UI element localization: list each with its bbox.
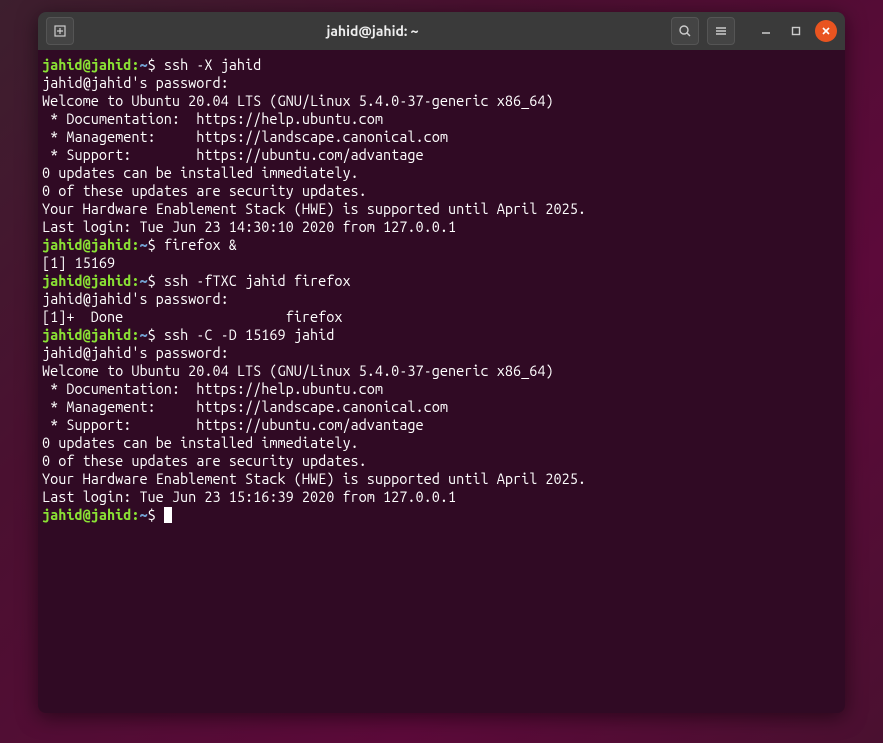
prompt-userhost: jahid@jahid (42, 236, 131, 253)
maximize-icon (791, 26, 801, 36)
output-line: Last login: Tue Jun 23 15:16:39 2020 fro… (42, 488, 841, 506)
prompt-path: ~ (139, 272, 147, 289)
cursor-block (164, 507, 172, 523)
output-line: * Management: https://landscape.canonica… (42, 128, 841, 146)
output-line: jahid@jahid's password: (42, 344, 841, 362)
output-line: * Management: https://landscape.canonica… (42, 398, 841, 416)
window-title: jahid@jahid: ~ (82, 23, 663, 39)
output-line: 0 updates can be installed immediately. (42, 164, 841, 182)
prompt-userhost: jahid@jahid (42, 272, 131, 289)
terminal-output-area[interactable]: jahid@jahid:~$ ssh -X jahidjahid@jahid's… (38, 50, 845, 713)
output-line: Your Hardware Enablement Stack (HWE) is … (42, 470, 841, 488)
prompt-line: jahid@jahid:~$ firefox & (42, 236, 841, 254)
output-line: * Documentation: https://help.ubuntu.com (42, 110, 841, 128)
maximize-button[interactable] (785, 20, 807, 42)
output-line: 0 of these updates are security updates. (42, 182, 841, 200)
command-text: firefox & (164, 236, 237, 253)
prompt-userhost: jahid@jahid (42, 56, 131, 73)
output-line: 0 updates can be installed immediately. (42, 434, 841, 452)
output-line: Last login: Tue Jun 23 14:30:10 2020 fro… (42, 218, 841, 236)
prompt-path: ~ (139, 506, 147, 523)
prompt-line: jahid@jahid:~$ ssh -X jahid (42, 56, 841, 74)
prompt-path: ~ (139, 56, 147, 73)
close-icon (821, 26, 831, 36)
command-text: ssh -fTXC jahid firefox (164, 272, 351, 289)
minimize-icon (761, 26, 771, 36)
output-line: Welcome to Ubuntu 20.04 LTS (GNU/Linux 5… (42, 362, 841, 380)
prompt-line: jahid@jahid:~$ ssh -fTXC jahid firefox (42, 272, 841, 290)
prompt-userhost: jahid@jahid (42, 326, 131, 343)
prompt-dollar: $ (148, 236, 156, 253)
hamburger-menu-button[interactable] (707, 17, 735, 45)
prompt-dollar: $ (148, 272, 156, 289)
command-text: ssh -C -D 15169 jahid (164, 326, 335, 343)
search-button[interactable] (671, 17, 699, 45)
new-tab-button[interactable] (46, 17, 74, 45)
hamburger-icon (714, 24, 728, 38)
output-line: * Support: https://ubuntu.com/advantage (42, 416, 841, 434)
output-line: 0 of these updates are security updates. (42, 452, 841, 470)
search-icon (678, 24, 692, 38)
titlebar: jahid@jahid: ~ (38, 12, 845, 50)
output-line: * Documentation: https://help.ubuntu.com (42, 380, 841, 398)
output-line: jahid@jahid's password: (42, 290, 841, 308)
close-button[interactable] (815, 20, 837, 42)
output-line: jahid@jahid's password: (42, 74, 841, 92)
prompt-path: ~ (139, 326, 147, 343)
command-text: ssh -X jahid (164, 56, 261, 73)
output-line: [1]+ Done firefox (42, 308, 841, 326)
minimize-button[interactable] (755, 20, 777, 42)
prompt-userhost: jahid@jahid (42, 506, 131, 523)
prompt-dollar: $ (148, 326, 156, 343)
output-line: Your Hardware Enablement Stack (HWE) is … (42, 200, 841, 218)
prompt-line: jahid@jahid:~$ ssh -C -D 15169 jahid (42, 326, 841, 344)
prompt-dollar: $ (148, 506, 156, 523)
prompt-dollar: $ (148, 56, 156, 73)
terminal-window: jahid@jahid: ~ jahid@jahid:~$ ssh -X jah… (38, 12, 845, 713)
prompt-path: ~ (139, 236, 147, 253)
output-line: [1] 15169 (42, 254, 841, 272)
prompt-line: jahid@jahid:~$ (42, 506, 841, 524)
new-tab-icon (53, 24, 67, 38)
output-line: * Support: https://ubuntu.com/advantage (42, 146, 841, 164)
output-line: Welcome to Ubuntu 20.04 LTS (GNU/Linux 5… (42, 92, 841, 110)
